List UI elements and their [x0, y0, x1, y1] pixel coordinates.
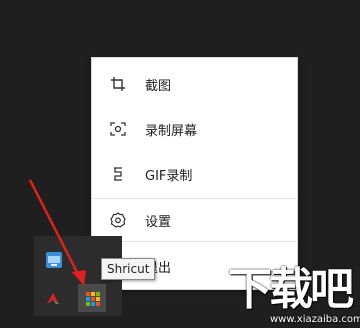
menu-separator: [92, 198, 297, 199]
menu-item-label: 录制屏幕: [145, 123, 198, 139]
menu-item-settings[interactable]: 设置: [92, 200, 297, 240]
menu-item-screenshot[interactable]: 截图: [92, 64, 297, 104]
menu-item-label: 设置: [145, 214, 172, 230]
menu-item-gif-record[interactable]: GIF录制: [92, 154, 297, 194]
screen-record-icon: [110, 122, 126, 136]
red-arrow-app-icon[interactable]: [45, 290, 61, 306]
gear-icon: [110, 212, 126, 228]
network-icon[interactable]: [46, 252, 62, 268]
tray-tooltip: Shricut: [101, 258, 156, 280]
watermark-url: www.xiazaiba.com: [270, 314, 360, 325]
menu-item-record-screen[interactable]: 录制屏幕: [92, 109, 297, 149]
watermark: 下载吧 www.xiazaiba.com: [222, 266, 360, 328]
gif-record-icon: [114, 167, 122, 181]
context-menu: 截图 录制屏幕 GIF录制 设置 退出: [91, 57, 298, 290]
crop-icon: [111, 77, 125, 91]
menu-item-label: GIF录制: [145, 168, 193, 184]
menu-item-label: 截图: [145, 78, 172, 94]
shricut-tray-icon[interactable]: [85, 291, 101, 307]
watermark-logo: 下载吧: [228, 264, 354, 315]
menu-separator: [92, 241, 297, 242]
